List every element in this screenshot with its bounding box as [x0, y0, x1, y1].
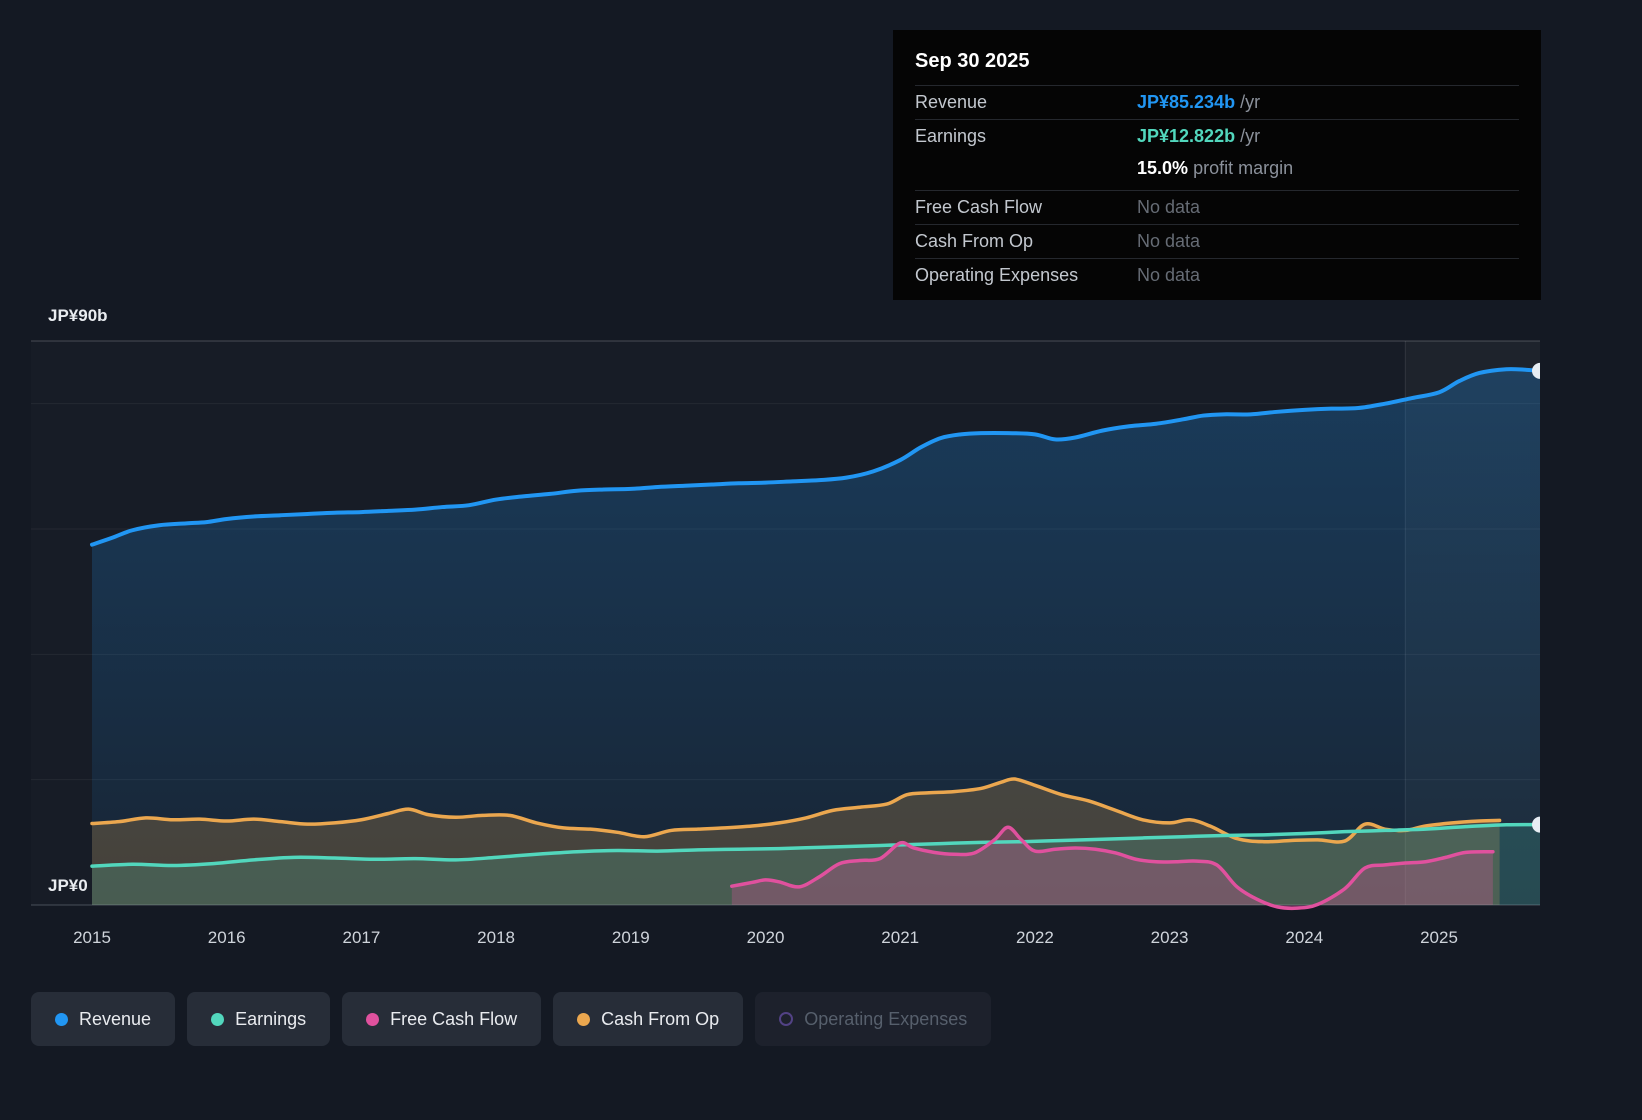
operating-expenses-series-ring-icon [779, 1012, 793, 1026]
x-axis-label-2016: 2016 [208, 928, 246, 947]
x-axis-label-2015: 2015 [73, 928, 111, 947]
x-axis-label-2018: 2018 [477, 928, 515, 947]
chart-page: Sep 30 2025 Revenue JP¥85.234b /yr Earni… [0, 0, 1642, 1120]
x-axis-label-2021: 2021 [881, 928, 919, 947]
chart-legend: Revenue Earnings Free Cash Flow Cash Fro… [31, 992, 991, 1046]
tooltip-profit-margin: 15.0% profit margin [1137, 158, 1293, 179]
earnings-series-dot-icon [211, 1013, 224, 1026]
legend-item-cash-from-op[interactable]: Cash From Op [553, 992, 743, 1046]
tooltip-earnings-value: JP¥12.822b /yr [1137, 126, 1260, 147]
legend-label-operating-expenses: Operating Expenses [804, 1009, 967, 1030]
x-axis-label-2024: 2024 [1285, 928, 1323, 947]
x-axis-label-2017: 2017 [342, 928, 380, 947]
legend-item-free-cash-flow[interactable]: Free Cash Flow [342, 992, 541, 1046]
legend-label-revenue: Revenue [79, 1009, 151, 1030]
legend-label-free-cash-flow: Free Cash Flow [390, 1009, 517, 1030]
cash-from-op-series-dot-icon [577, 1013, 590, 1026]
tooltip-revenue-value: JP¥85.234b /yr [1137, 92, 1260, 113]
x-axis-label-2019: 2019 [612, 928, 650, 947]
timeseries-chart[interactable]: 2015 2016 2017 2018 2019 2020 2021 2022 2023 2024… [0, 310, 1642, 970]
tooltip-revenue-label: Revenue [915, 92, 1137, 113]
revenue-end-marker [1532, 363, 1548, 379]
tooltip-fcf-label: Free Cash Flow [915, 197, 1137, 218]
legend-item-revenue[interactable]: Revenue [31, 992, 175, 1046]
tooltip-row-profit-margin: 15.0% profit margin [915, 152, 1519, 190]
tooltip-opex-value: No data [1137, 265, 1200, 286]
free-cash-flow-series-dot-icon [366, 1013, 379, 1026]
revenue-series-dot-icon [55, 1013, 68, 1026]
earnings-end-marker [1532, 817, 1548, 833]
tooltip-cash-from-op-label: Cash From Op [915, 231, 1137, 252]
legend-item-earnings[interactable]: Earnings [187, 992, 330, 1046]
tooltip-row-free-cash-flow: Free Cash Flow No data [915, 190, 1519, 224]
legend-label-earnings: Earnings [235, 1009, 306, 1030]
legend-label-cash-from-op: Cash From Op [601, 1009, 719, 1030]
tooltip-opex-label: Operating Expenses [915, 265, 1137, 286]
legend-item-operating-expenses[interactable]: Operating Expenses [755, 992, 991, 1046]
tooltip-earnings-label: Earnings [915, 126, 1137, 147]
tooltip-row-revenue: Revenue JP¥85.234b /yr [915, 85, 1519, 119]
x-axis-label-2025: 2025 [1420, 928, 1458, 947]
x-axis-label-2022: 2022 [1016, 928, 1054, 947]
tooltip-row-earnings: Earnings JP¥12.822b /yr [915, 119, 1519, 153]
tooltip-fcf-value: No data [1137, 197, 1200, 218]
tooltip-cash-from-op-value: No data [1137, 231, 1200, 252]
x-axis-label-2023: 2023 [1151, 928, 1189, 947]
tooltip-row-cash-from-op: Cash From Op No data [915, 224, 1519, 258]
x-axis-label-2020: 2020 [747, 928, 785, 947]
tooltip-row-operating-expenses: Operating Expenses No data [915, 258, 1519, 292]
chart-tooltip: Sep 30 2025 Revenue JP¥85.234b /yr Earni… [893, 30, 1541, 300]
tooltip-date: Sep 30 2025 [915, 42, 1519, 85]
